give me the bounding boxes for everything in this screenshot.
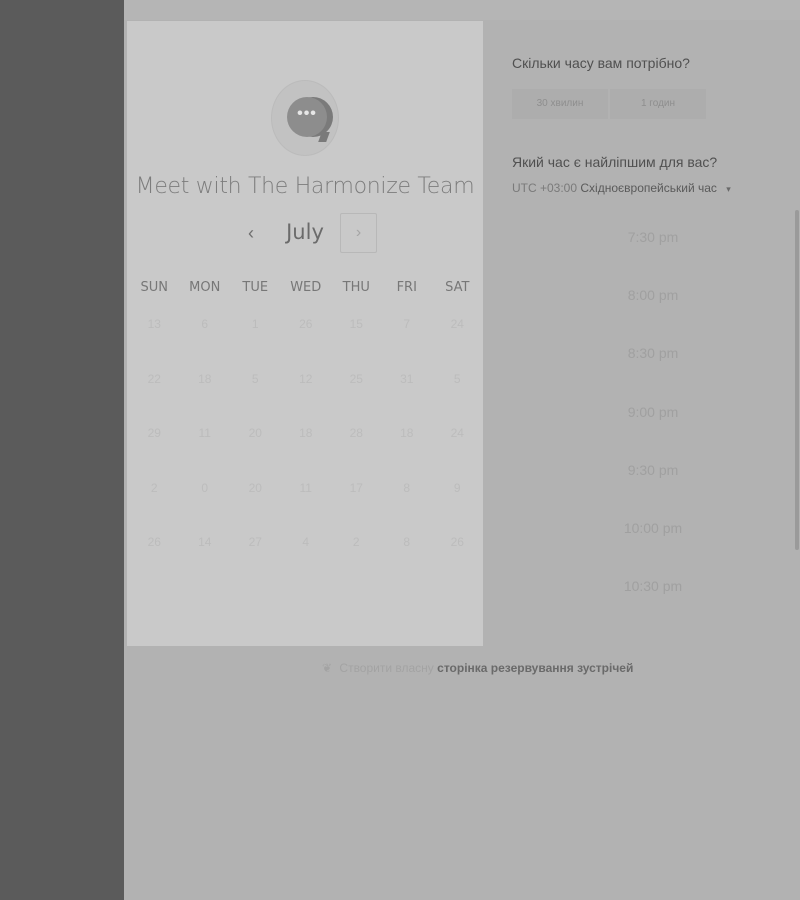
weekday-tue: TUE (242, 280, 269, 295)
footer-prefix: Створити власну (339, 661, 434, 675)
month-nav: ‹ July › (127, 212, 483, 256)
timezone-name: Східноєвропейський час (580, 181, 717, 195)
day-cell: 8 (403, 535, 411, 549)
day-cell: 17 (349, 480, 363, 495)
day-cell: 31 (400, 371, 414, 386)
day-cell: 5 (453, 371, 461, 386)
week-row: 2 0 20 11 17 8 9 (129, 481, 483, 536)
day-cell: 26 (450, 535, 464, 549)
time-slot[interactable]: 10:30 pm (553, 578, 753, 636)
day-cell: 6 (201, 317, 209, 331)
duration-1-hour-button[interactable]: 1 годин (610, 89, 706, 119)
day-cell: 18 (400, 426, 414, 440)
day-cell: 28 (349, 426, 363, 440)
time-heading: Який час є найліпшим для вас? (512, 154, 718, 170)
duration-options: 30 хвилин 1 годин (512, 89, 706, 119)
left-rail (0, 0, 124, 900)
weekday-sat: SAT (445, 280, 470, 295)
day-grid: 13 6 1 26 15 7 24 22 18 5 12 25 31 5 29 … (129, 317, 483, 590)
weekday-thu: THU (342, 280, 370, 295)
avatar-glyph: ••• (297, 105, 317, 122)
leaf-icon: ❦ (322, 661, 333, 675)
day-cell: 12 (299, 371, 313, 386)
day-cell: 2 (352, 535, 360, 549)
timezone-offset: UTC +03:00 (512, 181, 578, 195)
time-slot[interactable]: 8:00 pm (553, 287, 753, 345)
day-cell: 26 (147, 535, 161, 549)
week-row: 29 11 20 18 28 18 24 (129, 426, 483, 481)
time-slot[interactable]: 7:30 pm (553, 229, 753, 287)
week-row: 13 6 1 26 15 7 24 (129, 317, 483, 372)
day-cell: 15 (349, 317, 363, 331)
day-cell: 13 (147, 317, 161, 331)
time-slot[interactable]: 10:00 pm (553, 520, 753, 578)
calendar-card: ••• Meet with The Harmonize Team ‹ July … (127, 21, 483, 646)
day-cell: 2 (150, 480, 158, 495)
next-month-button[interactable]: › (340, 213, 377, 253)
month-label: July (286, 220, 324, 244)
day-cell: 18 (299, 426, 313, 440)
day-cell: 24 (450, 426, 464, 440)
team-name: Meet with The Harmonize Team (135, 174, 475, 199)
weekday-sun: SUN (140, 280, 169, 295)
week-row: 22 18 5 12 25 31 5 (129, 372, 483, 427)
weekday-mon: MON (189, 280, 221, 295)
duration-30-min-button[interactable]: 30 хвилин (512, 89, 608, 119)
day-cell: 14 (198, 535, 212, 549)
time-slot[interactable]: 9:00 pm (553, 404, 753, 462)
day-cell: 7 (403, 317, 411, 331)
day-cell: 26 (299, 317, 313, 331)
weekday-header: SUN MON TUE WED THU FRI SAT (129, 280, 483, 295)
time-slot[interactable]: 8:30 pm (553, 345, 753, 403)
day-cell: 5 (251, 371, 259, 386)
prev-month-button[interactable]: ‹ (239, 222, 263, 246)
day-cell: 22 (147, 371, 161, 386)
week-row: 26 14 27 4 2 8 26 (129, 535, 483, 590)
time-slot-list: 7:30 pm 8:00 pm 8:30 pm 9:00 pm 9:30 pm … (553, 229, 753, 636)
day-cell: 11 (198, 426, 211, 440)
day-cell: 20 (248, 480, 262, 495)
day-cell: 1 (251, 317, 259, 331)
day-cell: 20 (248, 426, 262, 440)
day-cell: 25 (349, 371, 363, 386)
day-cell: 4 (302, 535, 310, 549)
weekday-fri: FRI (396, 280, 417, 295)
footer-link-text: сторінка резервування зустрічей (437, 661, 634, 675)
weekday-wed: WED (290, 280, 322, 295)
day-cell: 29 (147, 426, 161, 440)
create-booking-page-link[interactable]: ❦ Створити власну сторінка резервування … (322, 661, 633, 675)
time-slot[interactable]: 9:30 pm (553, 462, 753, 520)
day-cell: 0 (201, 480, 209, 495)
day-cell: 18 (198, 371, 212, 386)
day-cell: 8 (403, 480, 411, 495)
timezone-selector[interactable]: UTC +03:00 Східноєвропейський час ▾ (512, 181, 731, 195)
chat-bubble-icon: ••• (287, 97, 327, 137)
day-cell: 27 (248, 535, 262, 549)
day-cell: 11 (299, 480, 312, 495)
day-cell: 9 (453, 480, 461, 495)
top-strip (124, 0, 800, 20)
caret-down-icon: ▾ (726, 184, 731, 194)
scrollbar[interactable] (795, 210, 799, 550)
day-cell: 24 (450, 317, 464, 331)
duration-heading: Скільки часу вам потрібно? (512, 55, 690, 71)
